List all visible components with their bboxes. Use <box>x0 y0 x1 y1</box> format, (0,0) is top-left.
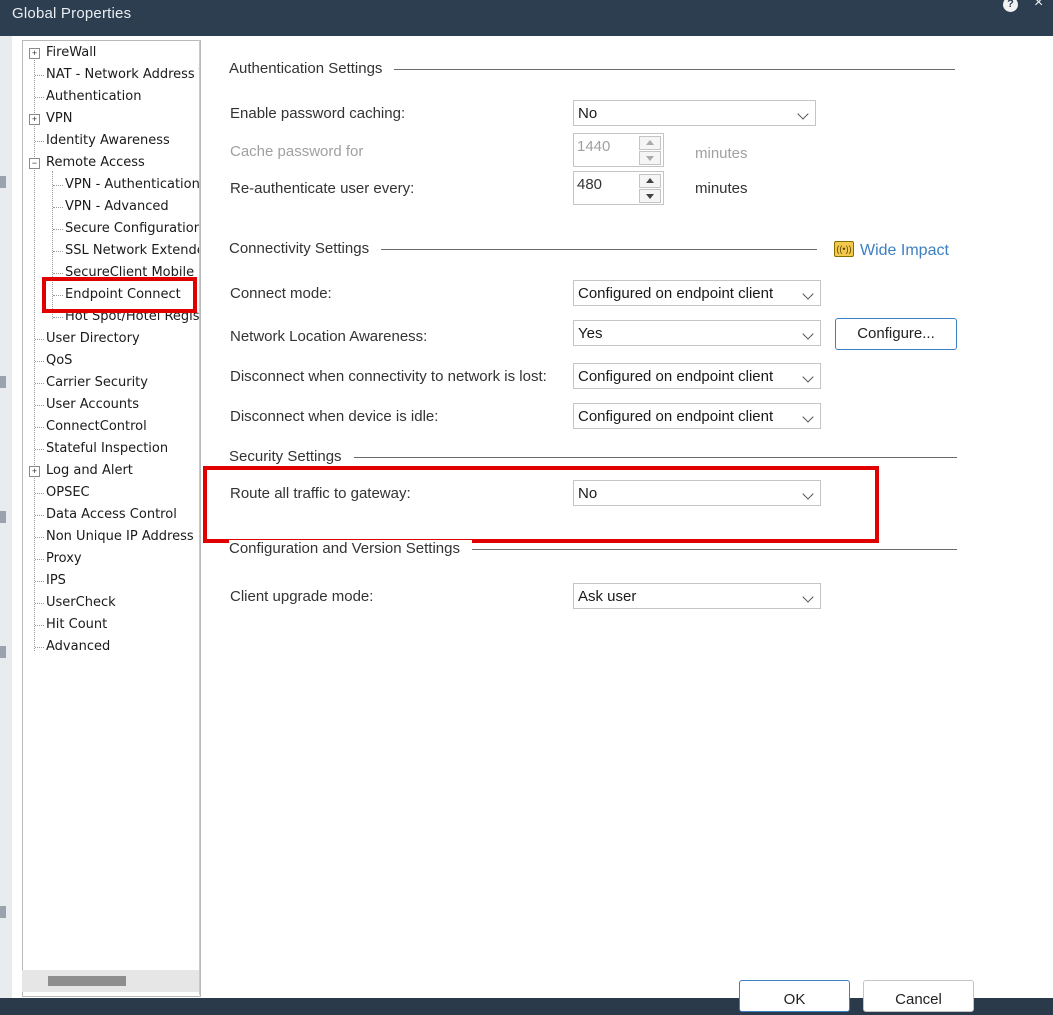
tree-item-authentication[interactable]: Authentication <box>46 87 141 107</box>
connect-mode-select[interactable]: Configured on endpoint client <box>573 280 821 306</box>
highlight-route-traffic <box>203 466 879 543</box>
cache-password-stepper[interactable]: 1440 <box>573 133 664 167</box>
configure-button[interactable]: Configure... <box>835 318 957 350</box>
title-bar: Global Properties ? × <box>0 0 1053 36</box>
spin-down-icon[interactable] <box>639 151 661 165</box>
chevron-down-icon <box>802 371 814 383</box>
section-title-connectivity: Connectivity Settings <box>229 240 382 257</box>
window-title: Global Properties <box>12 5 132 22</box>
tree-item-firewall[interactable]: FireWall <box>46 43 96 63</box>
disconnect-idle-value: Configured on endpoint client <box>578 408 774 425</box>
cache-password-label: Cache password for <box>230 143 364 160</box>
reauth-stepper[interactable]: 480 <box>573 171 664 205</box>
spin-down-icon[interactable] <box>639 189 661 203</box>
tree-item-data-access-control[interactable]: Data Access Control <box>46 505 177 525</box>
tree-horizontal-scrollbar[interactable] <box>22 970 199 992</box>
close-icon[interactable]: × <box>1034 0 1043 12</box>
nla-label: Network Location Awareness: <box>230 328 428 345</box>
tree-item-vpn-authentication[interactable]: VPN - Authentication <box>65 175 200 195</box>
nla-value: Yes <box>578 325 603 342</box>
chevron-down-icon <box>802 591 814 603</box>
expand-icon[interactable]: + <box>29 114 40 125</box>
tree-item-log-and-alert[interactable]: Log and Alert <box>46 461 133 481</box>
scrollbar-thumb[interactable] <box>48 976 126 986</box>
category-tree[interactable]: + FireWall NAT - Network Address T Authe… <box>22 40 201 997</box>
chevron-down-icon <box>802 411 814 423</box>
upgrade-mode-select[interactable]: Ask user <box>573 583 821 609</box>
expand-icon[interactable]: + <box>29 466 40 477</box>
disconnect-lost-value: Configured on endpoint client <box>578 368 774 385</box>
collapse-icon[interactable]: − <box>29 158 40 169</box>
background-window-edge <box>0 36 12 998</box>
spin-up-icon[interactable] <box>639 136 661 150</box>
password-caching-select[interactable]: No <box>573 100 816 126</box>
tree-item-stateful-inspection[interactable]: Stateful Inspection <box>46 439 168 459</box>
chevron-down-icon <box>802 328 814 340</box>
tree-item-secure-configuration[interactable]: Secure Configuration V <box>65 219 200 239</box>
connect-mode-label: Connect mode: <box>230 285 332 302</box>
reauth-value: 480 <box>577 176 603 193</box>
disconnect-idle-label: Disconnect when device is idle: <box>230 408 439 425</box>
tree-item-ssl-network-extender[interactable]: SSL Network Extender <box>65 241 200 261</box>
reauth-unit: minutes <box>695 180 748 197</box>
reauth-label: Re-authenticate user every: <box>230 180 415 197</box>
tree-item-user-directory[interactable]: User Directory <box>46 329 140 349</box>
section-title-authentication: Authentication Settings <box>229 60 395 77</box>
tree-item-nat[interactable]: NAT - Network Address T <box>46 65 200 85</box>
cache-password-value: 1440 <box>577 138 611 155</box>
tree-item-hit-count[interactable]: Hit Count <box>46 615 107 635</box>
tree-item-connectcontrol[interactable]: ConnectControl <box>46 417 147 437</box>
panel-divider[interactable] <box>199 40 200 995</box>
password-caching-label: Enable password caching: <box>230 105 406 122</box>
wide-impact-link[interactable]: ((•)) Wide Impact <box>834 237 964 259</box>
tree-item-proxy[interactable]: Proxy <box>46 549 82 569</box>
tree-item-user-accounts[interactable]: User Accounts <box>46 395 139 415</box>
section-title-security: Security Settings <box>229 448 354 465</box>
connect-mode-value: Configured on endpoint client <box>578 285 774 302</box>
tree-item-advanced[interactable]: Advanced <box>46 637 110 657</box>
disconnect-lost-label: Disconnect when connectivity to network … <box>230 368 547 385</box>
expand-icon[interactable]: + <box>29 48 40 59</box>
tree-item-vpn-advanced[interactable]: VPN - Advanced <box>65 197 169 217</box>
password-caching-value: No <box>578 105 598 122</box>
disconnect-idle-select[interactable]: Configured on endpoint client <box>573 403 821 429</box>
chevron-down-icon <box>802 288 814 300</box>
tree-item-qos[interactable]: QoS <box>46 351 72 371</box>
cancel-button[interactable]: Cancel <box>863 980 974 1012</box>
tree-item-usercheck[interactable]: UserCheck <box>46 593 116 613</box>
ok-button[interactable]: OK <box>739 980 850 1012</box>
help-icon[interactable]: ? <box>1003 0 1018 12</box>
broadcast-icon: ((•)) <box>834 241 854 257</box>
highlight-endpoint-connect <box>42 277 197 313</box>
disconnect-lost-select[interactable]: Configured on endpoint client <box>573 363 821 389</box>
tree-item-carrier-security[interactable]: Carrier Security <box>46 373 148 393</box>
chevron-down-icon <box>797 108 809 120</box>
tree-item-opsec[interactable]: OPSEC <box>46 483 90 503</box>
tree-item-non-unique-ip[interactable]: Non Unique IP Address R <box>46 527 200 547</box>
tree-item-vpn[interactable]: VPN <box>46 109 72 129</box>
upgrade-mode-label: Client upgrade mode: <box>230 588 374 605</box>
spin-up-icon[interactable] <box>639 174 661 188</box>
nla-select[interactable]: Yes <box>573 320 821 346</box>
tree-item-identity-awareness[interactable]: Identity Awareness <box>46 131 170 151</box>
tree-item-remote-access[interactable]: Remote Access <box>46 153 145 173</box>
upgrade-mode-value: Ask user <box>578 588 637 605</box>
cache-password-unit: minutes <box>695 145 748 162</box>
tree-item-ips[interactable]: IPS <box>46 571 66 591</box>
section-title-config-version: Configuration and Version Settings <box>229 540 472 557</box>
wide-impact-text[interactable]: Wide Impact <box>860 242 949 259</box>
